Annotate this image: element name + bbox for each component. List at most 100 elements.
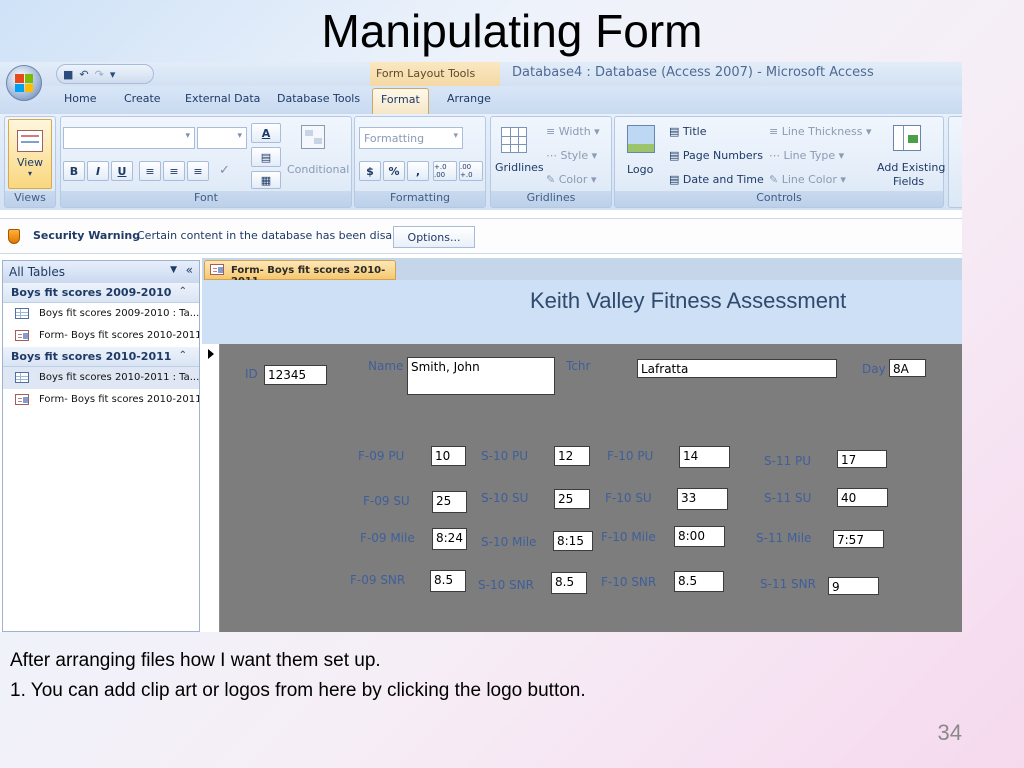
increase-decimals-button[interactable]: +.0 .00 <box>433 161 457 181</box>
nav-group-2010-2011[interactable]: Boys fit scores 2010-2011 ⌃ <box>3 347 199 367</box>
s10-mile-field[interactable]: 8:15 <box>553 531 593 551</box>
s11-snr-field[interactable]: 9 <box>828 577 879 595</box>
ribbon-tabs: Home Create External Data Database Tools… <box>0 86 962 114</box>
color-button[interactable]: ✎ Color ▾ <box>546 173 596 186</box>
fill-color-icon[interactable]: ▤ <box>251 147 281 167</box>
percent-button[interactable]: % <box>383 161 405 181</box>
f10-su-field[interactable]: 33 <box>677 488 728 510</box>
redo-icon[interactable]: ↷ <box>95 68 104 81</box>
comma-button[interactable]: , <box>407 161 429 181</box>
f10-mile-field[interactable]: 8:00 <box>674 526 725 547</box>
line-type-button[interactable]: ⋯ Line Type ▾ <box>769 149 844 162</box>
s11-mile-field[interactable]: 7:57 <box>833 530 884 548</box>
f09-su-field[interactable]: 25 <box>432 491 467 513</box>
decrease-decimals-button[interactable]: .00 +.0 <box>459 161 483 181</box>
s11-pu-label: S-11 PU <box>764 454 812 468</box>
align-center-icon[interactable]: ≡ <box>163 161 185 181</box>
record-selector[interactable] <box>202 344 220 632</box>
gridlines-icon[interactable] <box>501 127 527 153</box>
f10-pu-field[interactable]: 14 <box>679 446 730 468</box>
collapse-pane-icon[interactable]: « <box>186 263 193 277</box>
options-button[interactable]: Options... <box>393 226 475 248</box>
form-header: Keith Valley Fitness Assessment <box>202 280 962 344</box>
s10-pu-label: S-10 PU <box>481 449 529 463</box>
formatting-group-label: Formatting <box>355 191 485 207</box>
s10-snr-field[interactable]: 8.5 <box>551 572 587 594</box>
form-title[interactable]: Keith Valley Fitness Assessment <box>530 288 846 314</box>
page-numbers-button[interactable]: ▤ Page Numbers <box>669 149 763 162</box>
nav-pane-header[interactable]: All Tables ▼ « <box>3 261 199 283</box>
format-painter-icon[interactable]: ✓ <box>219 163 230 178</box>
id-field[interactable]: 12345 <box>264 365 327 385</box>
security-warning-bar: Security Warning Certain content in the … <box>0 218 962 254</box>
nav-item-form-2010-2011-b[interactable]: Form- Boys fit scores 2010-2011 <box>3 389 199 411</box>
f09-pu-field[interactable]: 10 <box>431 446 466 466</box>
line-color-button[interactable]: ✎ Line Color ▾ <box>769 173 846 186</box>
format-select[interactable]: Formatting ▾ <box>359 127 463 149</box>
logo-icon[interactable] <box>627 125 655 153</box>
f10-snr-field[interactable]: 8.5 <box>674 571 724 592</box>
s10-pu-field[interactable]: 12 <box>554 446 590 466</box>
undo-icon[interactable]: ↶ <box>79 68 88 81</box>
nav-dropdown-icon[interactable]: ▼ <box>170 265 177 275</box>
underline-button[interactable]: U <box>111 161 133 181</box>
conditional-formatting-icon[interactable] <box>301 125 325 149</box>
gridlines-button-label[interactable]: Gridlines <box>495 161 544 174</box>
chevron-up-icon[interactable]: ⌃ <box>179 350 187 361</box>
views-group-label: Views <box>5 191 55 207</box>
name-field[interactable]: Smith, John <box>407 357 555 395</box>
tab-create[interactable]: Create <box>124 92 161 105</box>
italic-button[interactable]: I <box>87 161 109 181</box>
nav-group-2009-2010[interactable]: Boys fit scores 2009-2010 ⌃ <box>3 283 199 303</box>
tab-database-tools[interactable]: Database Tools <box>277 92 360 105</box>
tab-external-data[interactable]: External Data <box>185 92 260 105</box>
s11-su-field[interactable]: 40 <box>837 488 888 507</box>
tab-arrange[interactable]: Arrange <box>447 92 491 105</box>
add-existing-fields-label-2[interactable]: Fields <box>893 175 924 188</box>
nav-item-table-2009-2010[interactable]: Boys fit scores 2009-2010 : Ta... <box>3 303 199 325</box>
day-field[interactable]: 8A <box>889 359 926 377</box>
conditional-label[interactable]: Conditional <box>287 163 349 176</box>
tchr-field[interactable]: Lafratta <box>637 359 837 378</box>
width-button[interactable]: ≡ Width ▾ <box>546 125 600 138</box>
s11-snr-label: S-11 SNR <box>760 577 816 591</box>
align-right-icon[interactable]: ≡ <box>187 161 209 181</box>
line-thickness-button[interactable]: ≡ Line Thickness ▾ <box>769 125 872 138</box>
style-button[interactable]: ⋯ Style ▾ <box>546 149 597 162</box>
document-tab[interactable]: Form- Boys fit scores 2010-2011 <box>204 260 396 287</box>
font-group: ▾ ▾ A ▤ ▦ B I U ≡ ≡ ≡ ✓ Conditional Font <box>60 116 352 208</box>
view-icon <box>17 130 43 152</box>
chevron-up-icon[interactable]: ⌃ <box>179 286 187 297</box>
nav-group-label: Boys fit scores 2009-2010 <box>11 286 172 299</box>
tab-format[interactable]: Format <box>372 88 429 114</box>
add-existing-fields-icon[interactable] <box>893 125 921 151</box>
font-name-select[interactable]: ▾ <box>63 127 195 149</box>
gridlines-color-icon[interactable]: ▦ <box>251 171 281 189</box>
currency-button[interactable]: $ <box>359 161 381 181</box>
formatting-group: Formatting ▾ $ % , +.0 .00 .00 +.0 Format… <box>354 116 486 208</box>
s10-su-field[interactable]: 25 <box>554 489 590 509</box>
save-icon[interactable]: ■ <box>63 68 73 81</box>
align-left-icon[interactable]: ≡ <box>139 161 161 181</box>
f09-mile-field[interactable]: 8:24 <box>432 528 467 550</box>
form-icon <box>15 394 29 405</box>
font-size-select[interactable]: ▾ <box>197 127 247 149</box>
s11-pu-field[interactable]: 17 <box>837 450 887 468</box>
font-color-button[interactable]: A <box>251 123 281 143</box>
date-time-button[interactable]: ▤ Date and Time <box>669 173 764 186</box>
add-existing-fields-label-1[interactable]: Add Existing <box>877 161 945 174</box>
table-icon <box>15 372 29 383</box>
view-button[interactable]: View ▾ <box>8 119 52 189</box>
tab-home[interactable]: Home <box>64 92 96 105</box>
title-button[interactable]: ▤ Title <box>669 125 706 138</box>
view-button-label: View <box>16 156 44 169</box>
office-button[interactable] <box>6 65 42 101</box>
f09-snr-field[interactable]: 8.5 <box>430 570 466 592</box>
nav-item-table-2010-2011[interactable]: Boys fit scores 2010-2011 : Ta... <box>3 367 199 389</box>
bold-button[interactable]: B <box>63 161 85 181</box>
office-logo-icon <box>15 74 33 92</box>
logo-button[interactable]: Logo <box>627 163 653 176</box>
form-icon <box>210 264 224 275</box>
customize-qat-icon[interactable]: ▾ <box>110 68 116 81</box>
nav-item-form-2010-2011[interactable]: Form- Boys fit scores 2010-2011 <box>3 325 199 347</box>
